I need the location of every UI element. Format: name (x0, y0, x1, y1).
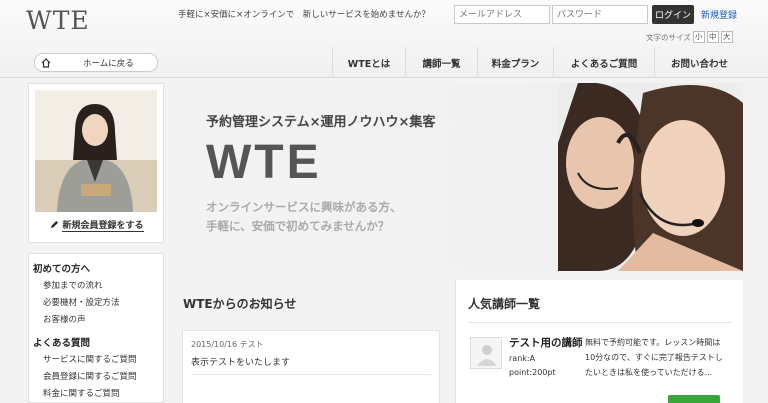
operators-illustration (558, 83, 743, 271)
font-size-small-button[interactable]: 小 (692, 31, 705, 43)
hero-title: WTE (206, 136, 322, 189)
teacher-avatar[interactable] (470, 337, 502, 369)
font-size-label: 文字のサイズ (646, 32, 691, 42)
nav-item-pricing[interactable]: 料金プラン (477, 47, 553, 78)
teacher-description: 無料で予約可能です。レッスン時間は10分なので、すぐに完了報告テストしたいときは… (585, 338, 723, 377)
font-size-control: 文字のサイズ 小 中 大 (646, 31, 733, 43)
hero-description: オンラインサービスに興味がある方、 手軽に、安価で初めてみませんか？ (206, 198, 402, 236)
password-input[interactable] (552, 5, 648, 24)
login-button[interactable]: ログイン (652, 5, 694, 24)
email-input[interactable] (454, 5, 550, 24)
sidebar-menu: 初めての方へ 参加までの流れ 必要機材・設定方法 お客様の声 よくある質問 サー… (28, 253, 164, 403)
nav-item-faq[interactable]: よくあるご質問 (553, 47, 654, 78)
sidebar-item-service-faq[interactable]: サービスに関するご質問 (33, 352, 163, 369)
news-item-date: 2015/10/16 テスト (191, 340, 264, 349)
sidebar-item-flow[interactable]: 参加までの流れ (33, 278, 163, 295)
hero-banner: 予約管理システム×運用ノウハウ×集客 WTE オンラインサービスに興味がある方、… (168, 83, 743, 271)
register-link[interactable]: 新規登録 (701, 8, 737, 21)
popular-divider (468, 322, 732, 323)
home-icon (41, 57, 51, 68)
nav-item-about[interactable]: WTEとは (332, 47, 405, 78)
teacher-rank: rank:A (509, 354, 536, 363)
popular-teachers-heading: 人気講師一覧 (468, 297, 541, 311)
font-size-large-button[interactable]: 大 (720, 31, 733, 43)
student-illustration (35, 90, 157, 212)
member-signup-link[interactable]: 新規会員登録をする (29, 218, 165, 232)
hero-description-line-1: オンラインサービスに興味がある方、 (206, 200, 402, 214)
sidebar-item-testimonials[interactable]: お客様の声 (33, 312, 163, 329)
sidebar-item-equipment[interactable]: 必要機材・設定方法 (33, 295, 163, 312)
news-item[interactable]: 2015/10/16 テスト 表示テストをいたします (191, 339, 431, 375)
sidebar-item-registration-faq[interactable]: 会員登録に関するご質問 (33, 369, 163, 386)
sidebar-heading-faq: よくある質問 (33, 338, 91, 349)
popular-teachers-panel: 人気講師一覧 テスト用の講師 rank:A point:200pt 無料で予約可… (455, 280, 743, 403)
student-photo (35, 90, 157, 212)
news-heading: WTEからのお知らせ (183, 297, 297, 311)
sidebar-profile-box: 新規会員登録をする (28, 83, 164, 243)
home-button[interactable]: ホームに戻る (34, 53, 158, 72)
site-logo[interactable]: WTE (26, 6, 90, 35)
sidebar-heading-beginners: 初めての方へ (33, 264, 91, 275)
site-header: WTE 手軽に×安価に×オンラインで 新しいサービスを始めませんか？ ログイン … (0, 0, 768, 78)
nav-item-contact[interactable]: お問い合わせ (654, 47, 744, 78)
news-item-text: 表示テストをいたします (191, 355, 431, 375)
hero-subtitle: 予約管理システム×運用ノウハウ×集客 (206, 115, 436, 130)
home-button-label: ホームに戻る (83, 58, 134, 69)
font-size-medium-button[interactable]: 中 (706, 31, 719, 43)
member-signup-label: 新規会員登録をする (62, 221, 144, 232)
sidebar-item-pricing-faq[interactable]: 料金に関するご質問 (33, 386, 163, 403)
hero-description-line-2: 手軽に、安価で初めてみませんか？ (206, 219, 390, 233)
nav-item-teachers[interactable]: 講師一覧 (405, 47, 477, 78)
teacher-avatar-icon (477, 345, 497, 366)
teacher-point: point:200pt (509, 368, 556, 377)
teacher-detail-button[interactable] (668, 395, 720, 403)
news-list: 2015/10/16 テスト 表示テストをいたします (182, 330, 440, 403)
site-tagline: 手軽に×安価に×オンラインで 新しいサービスを始めませんか？ (178, 10, 430, 20)
main-nav: WTEとは 講師一覧 料金プラン よくあるご質問 お問い合わせ (332, 47, 744, 78)
teacher-name[interactable]: テスト用の講師 (509, 335, 583, 350)
pencil-icon (51, 220, 59, 229)
